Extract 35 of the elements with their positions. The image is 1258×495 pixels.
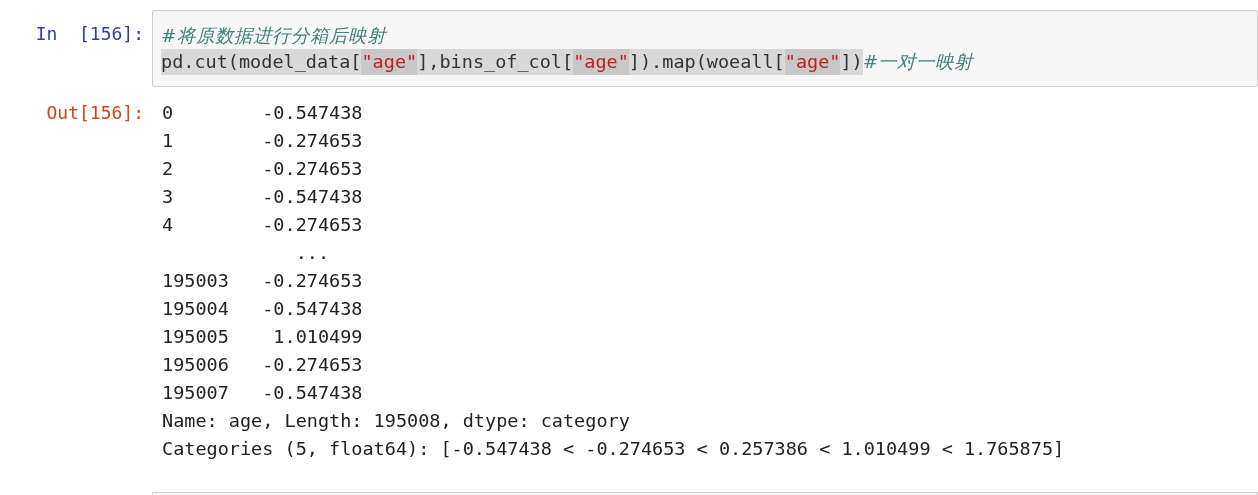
series-index: 195004 [162,297,230,321]
code-text: pd.cut(model_data[ [161,49,362,75]
series-index: 1 [162,129,175,153]
series-index: 195007 [162,381,230,405]
series-value: 1.010499 [272,325,363,349]
series-value: -0.547438 [262,101,363,125]
series-value: -0.274653 [262,353,363,377]
series-index: 195006 [162,353,230,377]
series-value: -0.547438 [262,297,363,321]
code-string: "age" [573,49,629,75]
code-text: ]).map(woeall[ [628,49,785,75]
series-value: -0.547438 [262,185,363,209]
code-text: ]) [840,49,863,75]
series-index: 3 [162,185,175,209]
code-string: "age" [784,49,841,75]
series-index: 195005 [162,325,230,349]
series-value: -0.547438 [262,381,363,405]
output-prompt: Out[156]: [46,101,144,125]
output-summary: Categories (5, float64): [-0.547438 < -0.274653 < 0.257386 < 1.010499 < 1.765875] [162,437,1065,461]
series-value: -0.274653 [262,157,363,181]
output-summary: Name: age, Length: 195008, dtype: category [162,409,631,433]
code-text: ],bins_of_col[ [417,49,574,75]
ellipsis-text: ... [295,241,330,265]
series-index: 4 [162,213,175,237]
series-value: -0.274653 [262,269,363,293]
code-comment: #将原数据进行分箱后映射 [161,24,386,48]
code-comment: #一对一映射 [862,50,974,74]
series-index: 2 [162,157,175,181]
code-editor[interactable]: #将原数据进行分箱后映射 pd.cut(model_data["age"],bins_of_col["age"]).map(woeall["age"])#一对一映射 [152,10,1258,87]
input-prompt: In [156]: [35,22,144,46]
code-string: "age" [361,49,418,75]
series-index: 195003 [162,269,230,293]
series-index: 0 [162,101,175,125]
series-value: -0.274653 [262,129,363,153]
series-value: -0.274653 [262,213,363,237]
